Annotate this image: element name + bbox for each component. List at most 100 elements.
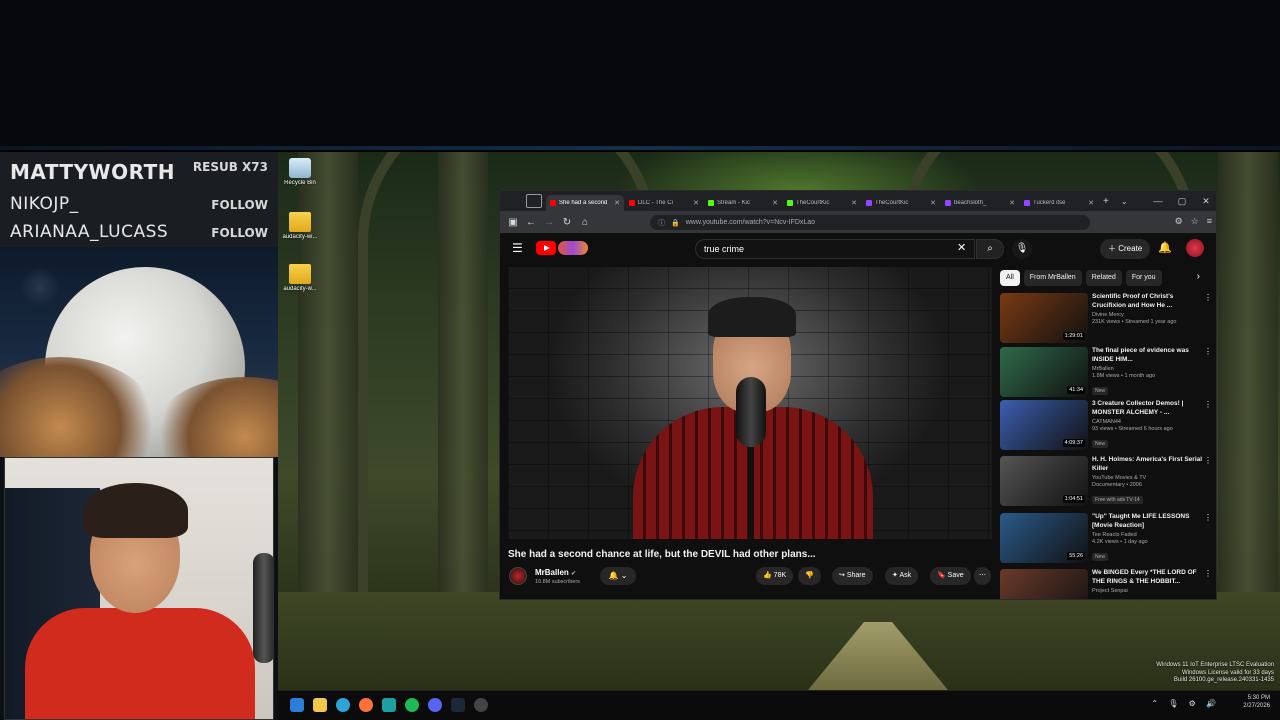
menu-icon[interactable]: ≡: [1207, 216, 1212, 227]
recommended-title[interactable]: "Up" Taught Me LIFE LESSONS [Movie React…: [1092, 513, 1204, 530]
dislike-button[interactable]: 👎: [798, 567, 821, 585]
search-input[interactable]: true crime: [695, 239, 975, 259]
clear-search-icon[interactable]: ✕: [957, 241, 966, 254]
channel-avatar[interactable]: [509, 567, 527, 585]
filter-chip[interactable]: All: [1000, 270, 1020, 286]
app-icon[interactable]: [382, 698, 396, 712]
url-field[interactable]: ⓘ 🔒 www.youtube.com/watch?v=Ncv-IFDxLao: [650, 215, 1090, 230]
filter-chip[interactable]: For you: [1125, 270, 1162, 286]
close-tab-icon[interactable]: ✕: [930, 199, 936, 207]
account-avatar[interactable]: [1186, 239, 1204, 257]
browser-tab[interactable]: She had a second ✕: [546, 195, 624, 211]
close-tab-icon[interactable]: ✕: [851, 199, 857, 207]
browser-tab[interactable]: beachsloth_ ✕: [941, 195, 1019, 211]
ask-button[interactable]: ✦ Ask: [885, 567, 919, 585]
recommended-video[interactable]: 1:29:01 Scientific Proof of Christ's Cruc…: [1000, 293, 1212, 345]
close-tab-icon[interactable]: ✕: [614, 199, 620, 207]
recommended-video[interactable]: 55:26 "Up" Taught Me LIFE LESSONS [Movie …: [1000, 513, 1212, 565]
extension-icon[interactable]: ⚙: [1175, 216, 1183, 227]
video-thumbnail[interactable]: 1:04:51: [1000, 456, 1088, 506]
video-thumbnail[interactable]: 41:34: [1000, 347, 1088, 397]
new-tab-icon[interactable]: +: [1103, 196, 1109, 207]
desktop-icon-folder[interactable]: audacity-wi...: [282, 212, 318, 240]
firefox-icon[interactable]: [359, 698, 373, 712]
recommended-title[interactable]: Scientific Proof of Christ's Crucifixion…: [1092, 293, 1204, 310]
more-options-icon[interactable]: ⋮: [1204, 569, 1212, 578]
more-options-icon[interactable]: ⋮: [1204, 293, 1212, 302]
close-tab-icon[interactable]: ✕: [693, 199, 699, 207]
discord-icon[interactable]: [428, 698, 442, 712]
tab-actions-icon[interactable]: [526, 194, 542, 208]
video-thumbnail[interactable]: 1:29:01: [1000, 293, 1088, 343]
site-info-icon[interactable]: ⓘ: [658, 218, 665, 228]
chevron-down-icon[interactable]: ⌄: [1121, 197, 1128, 206]
back-button[interactable]: ←: [522, 217, 540, 228]
video-player[interactable]: [508, 267, 992, 539]
more-options-icon[interactable]: ⋮: [1204, 347, 1212, 356]
recommended-title[interactable]: We BINGED Every *THE LORD OF THE RINGS &…: [1092, 569, 1204, 586]
save-button[interactable]: 🔖 Save: [930, 567, 971, 585]
browser-tab[interactable]: TheCourtKic ✕: [783, 195, 861, 211]
search-button[interactable]: ⌕: [976, 239, 1004, 259]
chevron-right-icon[interactable]: ›: [1197, 271, 1200, 282]
close-tab-icon[interactable]: ✕: [772, 199, 778, 207]
recommended-title[interactable]: The final piece of evidence was INSIDE H…: [1092, 347, 1204, 364]
maximize-button[interactable]: ▢: [1170, 191, 1194, 211]
more-options-icon[interactable]: ⋮: [1204, 513, 1212, 522]
more-actions-button[interactable]: ⋯: [974, 567, 991, 585]
recommended-title[interactable]: 3 Creature Collector Demos! | MONSTER AL…: [1092, 400, 1204, 417]
browser-tab[interactable]: Stream - Kic ✕: [704, 195, 782, 211]
video-thumbnail[interactable]: [1000, 569, 1088, 599]
recommended-video[interactable]: We BINGED Every *THE LORD OF THE RINGS &…: [1000, 569, 1212, 599]
close-window-button[interactable]: ✕: [1194, 191, 1216, 211]
clock[interactable]: 5:30 PM 2/27/2026: [1243, 694, 1270, 710]
notifications-bell-icon[interactable]: 🔔: [1158, 241, 1172, 254]
desktop-icon-folder[interactable]: audacity-w...: [282, 264, 318, 292]
file-explorer-icon[interactable]: [313, 698, 327, 712]
sidebar-toggle-icon[interactable]: ▣: [504, 217, 522, 228]
recommended-video[interactable]: 41:34 The final piece of evidence was INS…: [1000, 347, 1212, 399]
browser-tab[interactable]: TheCourtKic ✕: [862, 195, 940, 211]
bookmark-icon[interactable]: ☆: [1191, 216, 1199, 227]
recommended-channel[interactable]: MrBallen: [1092, 366, 1204, 372]
event-username: NIKOJP_: [10, 194, 79, 214]
recommended-channel[interactable]: YouTube Movies & TV: [1092, 475, 1204, 481]
filter-chip[interactable]: Related: [1085, 270, 1122, 286]
channel-name[interactable]: MrBallen ✔: [535, 568, 576, 577]
minimize-button[interactable]: —: [1146, 191, 1170, 211]
steam-icon[interactable]: [451, 698, 465, 712]
recommended-channel[interactable]: CATMAN44: [1092, 419, 1204, 425]
recommended-title[interactable]: H. H. Holmes: America's First Serial Kil…: [1092, 456, 1204, 473]
reload-button[interactable]: ↻: [558, 217, 576, 228]
system-tray-icons[interactable]: ⌃ 🎙 ⚙ 🔊: [1151, 699, 1220, 708]
recommended-video[interactable]: 1:04:51 H. H. Holmes: America's First Ser…: [1000, 456, 1212, 508]
share-button[interactable]: ↪ Share: [832, 567, 873, 585]
edge-icon[interactable]: [336, 698, 350, 712]
hamburger-menu-icon[interactable]: ☰: [512, 241, 523, 255]
more-options-icon[interactable]: ⋮: [1204, 400, 1212, 409]
desktop-icon-recycle-bin[interactable]: Recycle Bin: [282, 158, 318, 186]
like-button[interactable]: 👍 78K: [756, 567, 794, 585]
recommended-channel[interactable]: Project Senpai: [1092, 588, 1204, 594]
recommended-channel[interactable]: Tee Reacts Faded: [1092, 532, 1204, 538]
forward-button[interactable]: →: [540, 217, 558, 228]
create-button[interactable]: ＋ Create: [1100, 239, 1151, 259]
filter-chip[interactable]: From MrBallen: [1023, 270, 1082, 286]
home-button[interactable]: ⌂: [576, 217, 594, 228]
voice-search-icon[interactable]: 🎙: [1012, 239, 1032, 259]
notification-bell-button[interactable]: 🔔 ⌄: [600, 567, 636, 585]
browser-tab[interactable]: Tuckerd itse ✕: [1020, 195, 1098, 211]
video-thumbnail[interactable]: 55:26: [1000, 513, 1088, 563]
close-tab-icon[interactable]: ✕: [1009, 199, 1015, 207]
recommended-channel[interactable]: Divine Mercy: [1092, 312, 1204, 318]
obs-icon[interactable]: [474, 698, 488, 712]
spotify-icon[interactable]: [405, 698, 419, 712]
recommended-video[interactable]: 4:09:37 3 Creature Collector Demos! | MON…: [1000, 400, 1212, 452]
browser-tab[interactable]: DLC - The Ci ✕: [625, 195, 703, 211]
youtube-doodle[interactable]: [558, 241, 588, 255]
youtube-logo-icon[interactable]: [536, 241, 556, 255]
start-icon[interactable]: [290, 698, 304, 712]
close-tab-icon[interactable]: ✕: [1088, 199, 1094, 207]
more-options-icon[interactable]: ⋮: [1204, 456, 1212, 465]
video-thumbnail[interactable]: 4:09:37: [1000, 400, 1088, 450]
